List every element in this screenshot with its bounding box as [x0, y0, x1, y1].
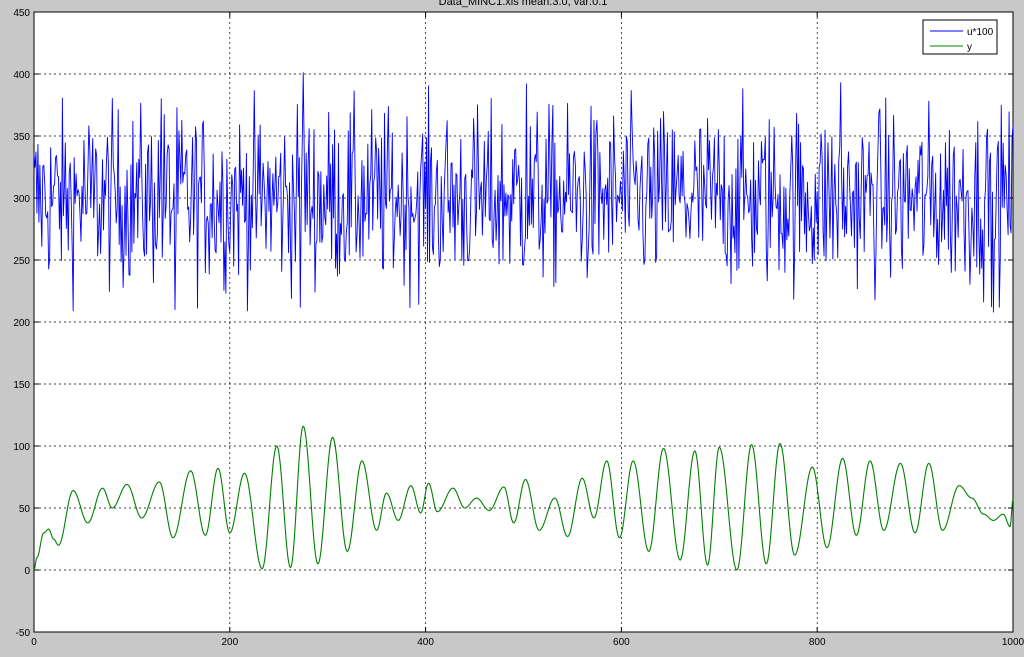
legend-label-y: y: [967, 42, 972, 53]
legend-label-u100: u*100: [967, 27, 994, 38]
x-tick-label: 400: [417, 637, 434, 648]
x-tick-label: 1000: [1002, 637, 1024, 648]
figure-window: -50 0 50 100 150 200 250 300 350 400 450 0 200 400 60…: [0, 0, 1024, 652]
chart-title: Data_MINC1.xls mean:3.0, var:0.1: [439, 0, 608, 8]
y-tick-label: -50: [16, 628, 31, 639]
y-tick-label: 250: [13, 256, 30, 267]
line-chart: -50050100150200250300350400450 0 200 400 60…: [13, 0, 1024, 648]
x-tick-label: 200: [221, 637, 238, 648]
y-tick-label: 200: [13, 318, 30, 329]
x-tick-label: 0: [31, 637, 37, 648]
legend[interactable]: u*100 y: [922, 19, 998, 55]
x-tick-label: 800: [809, 637, 826, 648]
y-tick-label: 300: [13, 194, 30, 205]
y-tick-label: 350: [13, 132, 30, 143]
y-tick-label: 0: [24, 566, 30, 577]
y-tick-label: 100: [13, 442, 30, 453]
y-tick-label: 450: [13, 8, 30, 19]
y-tick-label: 50: [19, 504, 31, 515]
x-tick-label: 600: [613, 637, 630, 648]
y-tick-label: 400: [13, 70, 30, 81]
y-tick-label: 150: [13, 380, 30, 391]
